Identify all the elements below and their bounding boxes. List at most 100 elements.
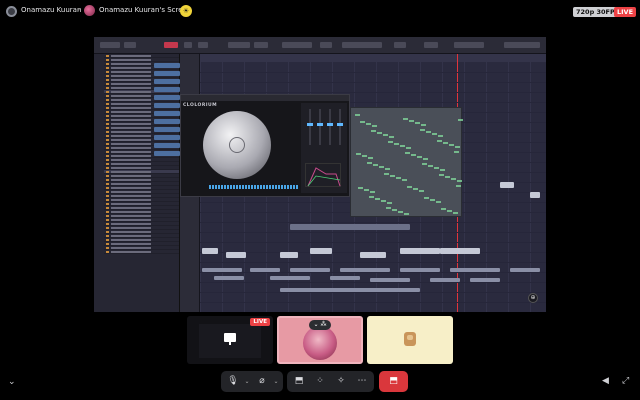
playlist-clip[interactable] xyxy=(270,276,310,280)
playlist-clip[interactable] xyxy=(226,252,246,258)
midi-note[interactable] xyxy=(387,202,392,204)
playlist-clip[interactable] xyxy=(214,276,244,280)
midi-note[interactable] xyxy=(398,211,403,213)
playlist-clip[interactable] xyxy=(430,278,460,282)
midi-note[interactable] xyxy=(389,136,394,138)
playlist-clip[interactable] xyxy=(280,252,298,258)
midi-note[interactable] xyxy=(439,174,444,176)
zoom-icon[interactable]: ⊕ xyxy=(528,293,538,303)
midi-note[interactable] xyxy=(422,163,427,165)
camera-options-caret[interactable]: ⌄ xyxy=(271,371,281,392)
timeline-ruler[interactable] xyxy=(200,54,546,62)
channel-button[interactable] xyxy=(154,103,180,108)
microphone-icon[interactable]: 🎙 xyxy=(223,371,243,392)
midi-note[interactable] xyxy=(457,180,462,182)
midi-note[interactable] xyxy=(445,176,450,178)
midi-note[interactable] xyxy=(426,131,431,133)
midi-note[interactable] xyxy=(379,166,384,168)
playlist-clip[interactable] xyxy=(340,268,390,272)
playlist-clip[interactable] xyxy=(290,268,330,272)
midi-note[interactable] xyxy=(369,196,374,198)
midi-note[interactable] xyxy=(392,209,397,211)
midi-note[interactable] xyxy=(403,118,408,120)
midi-note[interactable] xyxy=(436,201,441,203)
playlist-clip[interactable] xyxy=(250,268,280,272)
channel-button[interactable] xyxy=(154,71,180,76)
midi-note[interactable] xyxy=(441,208,446,210)
soundboard-icon[interactable]: ✧ xyxy=(331,371,351,392)
playlist-clip[interactable] xyxy=(400,268,440,272)
midi-note[interactable] xyxy=(455,146,460,148)
midi-note[interactable] xyxy=(383,134,388,136)
midi-note[interactable] xyxy=(419,190,424,192)
midi-note[interactable] xyxy=(404,213,409,215)
plugin-window[interactable]: CLOLORIUM xyxy=(180,94,350,197)
activities-icon[interactable]: ⁘ xyxy=(310,371,330,392)
midi-note[interactable] xyxy=(373,164,378,166)
midi-note[interactable] xyxy=(364,189,369,191)
midi-note[interactable] xyxy=(405,152,410,154)
midi-note[interactable] xyxy=(407,186,412,188)
channel-button[interactable] xyxy=(154,95,180,100)
midi-note[interactable] xyxy=(366,123,371,125)
playlist-clip[interactable] xyxy=(530,192,540,198)
midi-note[interactable] xyxy=(356,153,361,155)
playlist-clip[interactable] xyxy=(450,268,500,272)
midi-note[interactable] xyxy=(394,143,399,145)
channel-button[interactable] xyxy=(154,127,180,132)
plugin-titlebar[interactable] xyxy=(181,95,349,101)
midi-note[interactable] xyxy=(420,129,425,131)
midi-note[interactable] xyxy=(375,198,380,200)
midi-note[interactable] xyxy=(421,124,426,126)
midi-note[interactable] xyxy=(423,158,428,160)
piano-roll-window[interactable] xyxy=(350,107,463,217)
midi-note[interactable] xyxy=(360,121,365,123)
midi-note[interactable] xyxy=(385,168,390,170)
midi-note[interactable] xyxy=(406,147,411,149)
midi-note[interactable] xyxy=(434,167,439,169)
shared-screen[interactable]: CLOLORIUM ⊕ xyxy=(94,37,546,312)
participant-tile[interactable] xyxy=(367,316,453,364)
midi-note[interactable] xyxy=(440,169,445,171)
midi-note[interactable] xyxy=(417,156,422,158)
midi-note[interactable] xyxy=(443,142,448,144)
midi-note[interactable] xyxy=(386,207,391,209)
channel-button[interactable] xyxy=(154,63,180,68)
midi-note[interactable] xyxy=(449,144,454,146)
playlist-clip[interactable] xyxy=(370,278,410,282)
midi-note[interactable] xyxy=(454,151,459,153)
server-icon[interactable] xyxy=(6,6,17,17)
midi-note[interactable] xyxy=(453,212,458,214)
midi-note[interactable] xyxy=(430,199,435,201)
midi-note[interactable] xyxy=(396,177,401,179)
midi-note[interactable] xyxy=(370,191,375,193)
camera-off-icon[interactable]: ⌀ xyxy=(252,371,272,392)
playlist-clip[interactable] xyxy=(440,248,480,254)
channel-button[interactable] xyxy=(154,143,180,148)
playlist-clip[interactable] xyxy=(360,252,386,258)
midi-note[interactable] xyxy=(409,120,414,122)
stop-watching-button[interactable]: ⬒ xyxy=(379,371,408,392)
channel-button[interactable] xyxy=(154,119,180,124)
midi-note[interactable] xyxy=(388,141,393,143)
midi-note[interactable] xyxy=(358,187,363,189)
midi-note[interactable] xyxy=(411,154,416,156)
playlist-clip[interactable] xyxy=(400,248,440,254)
midi-note[interactable] xyxy=(456,185,461,187)
plugin-controls[interactable] xyxy=(301,103,347,193)
participant-tile-stream[interactable]: LIVE xyxy=(187,316,273,364)
midi-note[interactable] xyxy=(384,173,389,175)
volume-icon[interactable]: ◀ xyxy=(602,376,609,386)
channel-button[interactable] xyxy=(154,135,180,140)
channel-button[interactable] xyxy=(154,151,180,156)
midi-note[interactable] xyxy=(400,145,405,147)
midi-note[interactable] xyxy=(413,188,418,190)
playlist-clip[interactable] xyxy=(500,182,514,188)
fader[interactable] xyxy=(337,109,343,145)
midi-note[interactable] xyxy=(368,157,373,159)
playlist-clip[interactable] xyxy=(330,276,360,280)
channel-button[interactable] xyxy=(154,79,180,84)
mic-options-caret[interactable]: ⌄ xyxy=(242,371,252,392)
chevron-down-icon[interactable]: ⌄ xyxy=(8,377,16,387)
midi-note[interactable] xyxy=(438,135,443,137)
